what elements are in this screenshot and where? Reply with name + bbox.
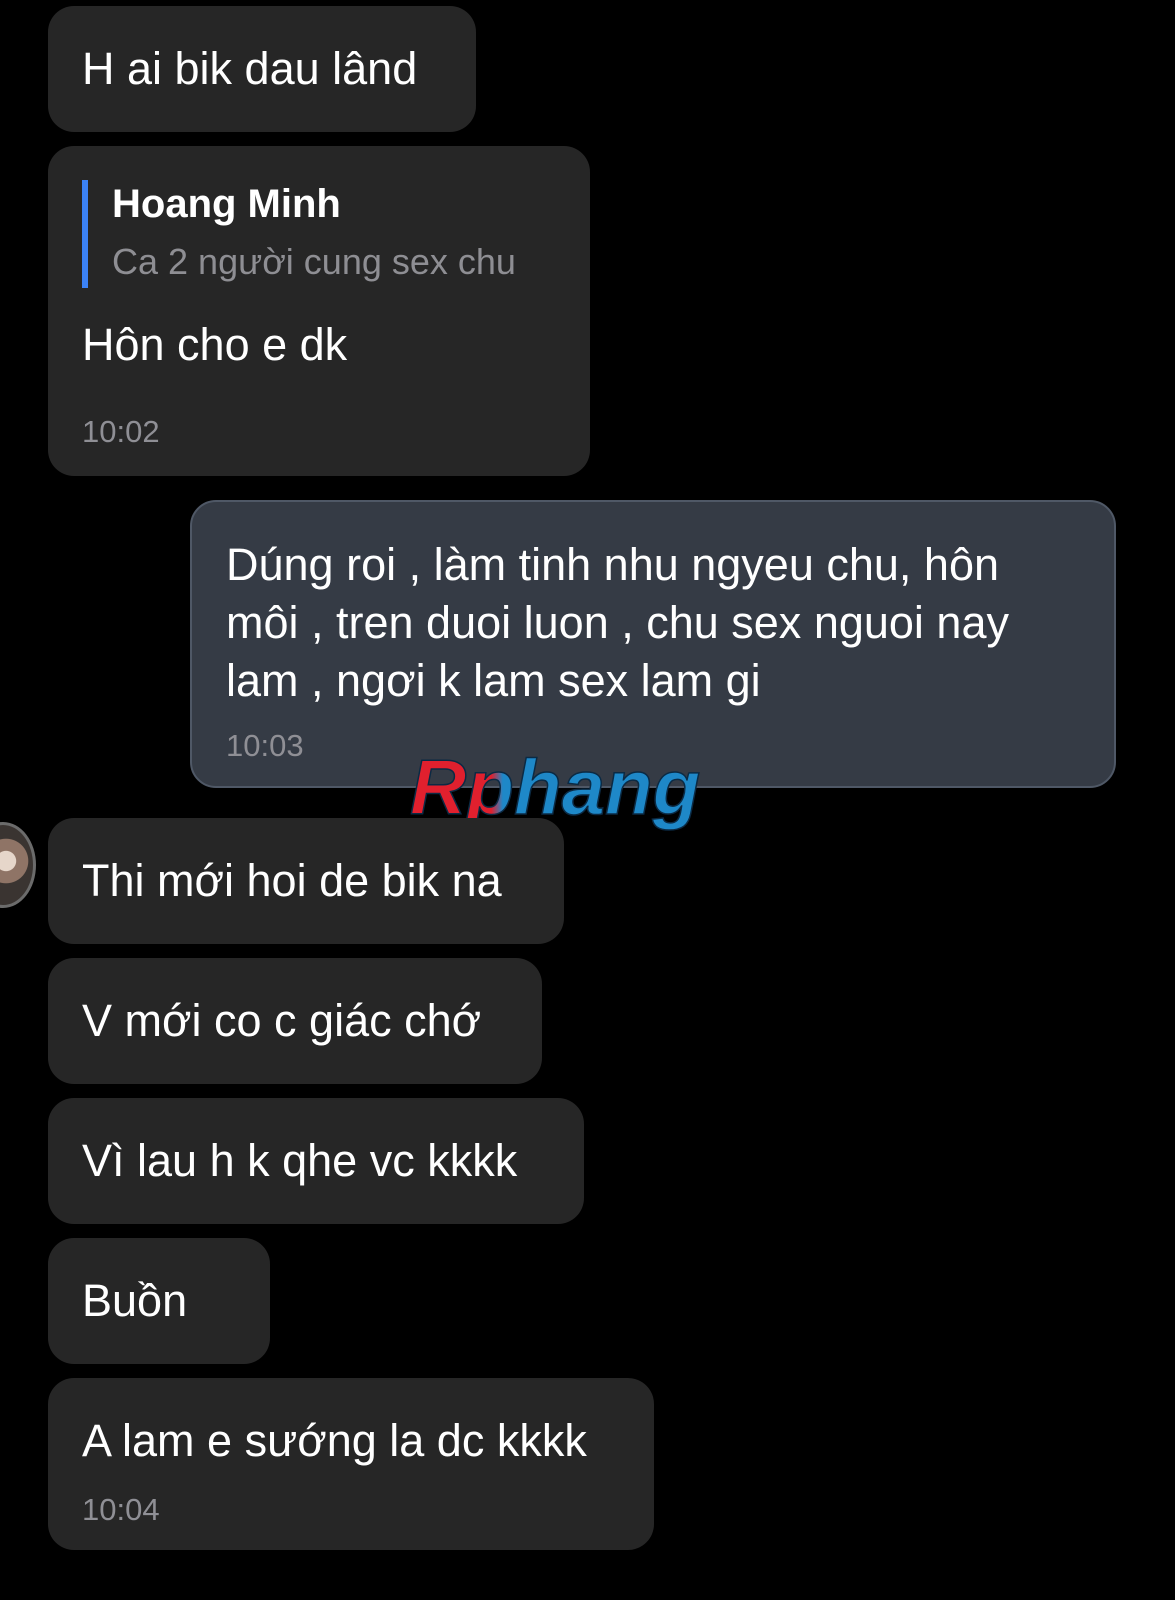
message-text: V mới co c giác chớ <box>82 995 482 1046</box>
message-bubble[interactable]: V mới co c giác chớ <box>48 958 542 1084</box>
message-text: A lam e sướng la dc kkkk <box>82 1415 587 1466</box>
message-bubble[interactable]: Vì lau h k qhe vc kkkk <box>48 1098 584 1224</box>
message-text: Dúng roi , làm tinh nhu ngyeu chu, hôn m… <box>226 539 1009 706</box>
quote-author: Hoang Minh <box>112 182 341 226</box>
message-text: H ai bik dau lând <box>82 43 418 94</box>
message-text: Buồn <box>82 1275 188 1326</box>
message-text: Hôn cho e dk <box>82 319 348 370</box>
reply-quote[interactable]: Hoang Minh Ca 2 người cung sex chu <box>82 180 516 288</box>
message-bubble[interactable]: Thi mới hoi de bik na <box>48 818 564 944</box>
sender-avatar[interactable] <box>0 822 36 908</box>
message-bubble-with-reply[interactable]: Hoang Minh Ca 2 người cung sex chu Hôn c… <box>48 146 590 476</box>
message-bubble[interactable]: A lam e sướng la dc kkkk 10:04 <box>48 1378 654 1550</box>
outgoing-message-bubble[interactable]: Dúng roi , làm tinh nhu ngyeu chu, hôn m… <box>190 500 1116 788</box>
message-bubble[interactable]: Buồn <box>48 1238 270 1364</box>
message-time: 10:04 <box>82 1492 160 1527</box>
message-text: Thi mới hoi de bik na <box>82 855 502 906</box>
quote-text: Ca 2 người cung sex chu <box>112 241 516 282</box>
message-time: 10:02 <box>82 414 160 449</box>
message-text: Vì lau h k qhe vc kkkk <box>82 1135 518 1186</box>
message-time: 10:03 <box>226 728 304 763</box>
message-bubble[interactable]: H ai bik dau lând <box>48 6 476 132</box>
